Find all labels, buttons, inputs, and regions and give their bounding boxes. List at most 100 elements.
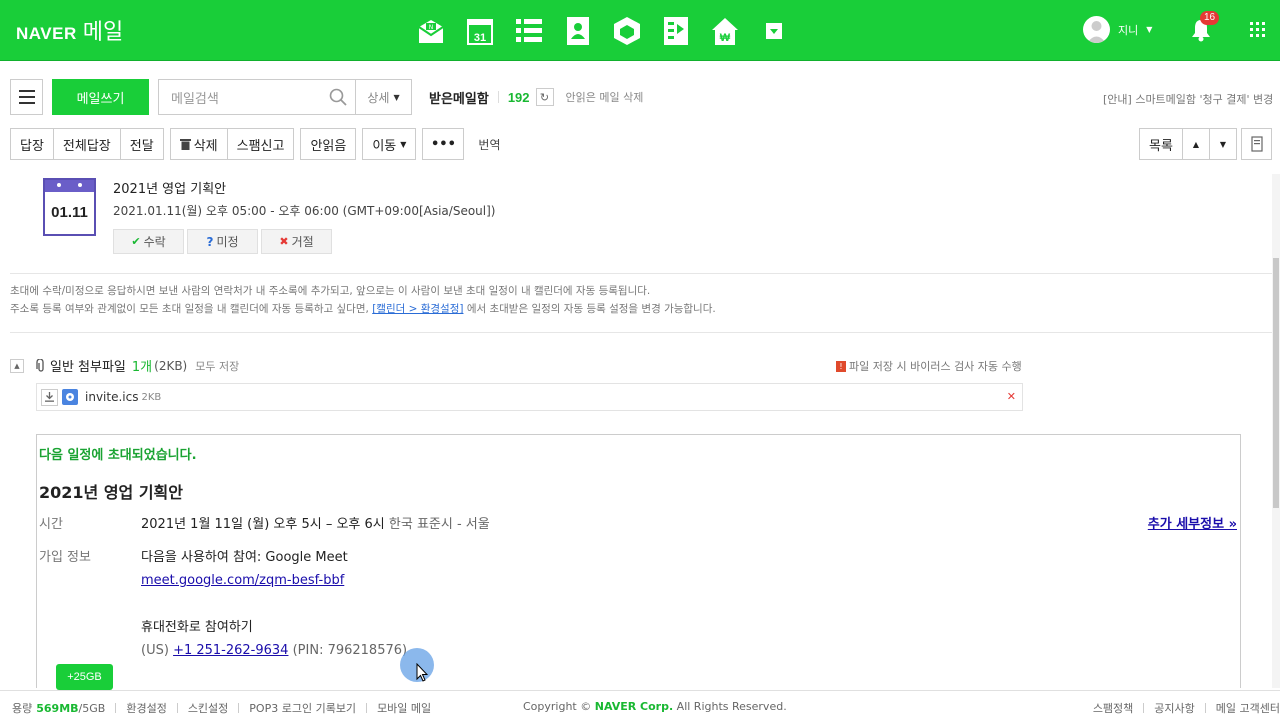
- divider: [238, 703, 240, 713]
- attachment-count: 1개: [131, 360, 153, 375]
- settings-link[interactable]: 환경설정: [126, 700, 166, 716]
- scrollbar[interactable]: [1272, 174, 1280, 688]
- copyright-post: All Rights Reserved.: [676, 700, 787, 713]
- search-input[interactable]: 메일검색: [158, 79, 356, 115]
- paperclip-icon: [36, 358, 44, 372]
- svg-text:N: N: [428, 24, 433, 31]
- app-grid-icon[interactable]: [1250, 22, 1266, 42]
- box-icon[interactable]: [608, 12, 645, 49]
- reply-all-button[interactable]: 전체답장: [53, 128, 121, 160]
- join-value: 다음을 사용하여 참여: Google Meet: [141, 550, 348, 565]
- usage-used[interactable]: 569MB: [36, 702, 78, 715]
- support-link[interactable]: 메일 고객센터: [1216, 700, 1280, 716]
- more-dropdown-icon[interactable]: [755, 12, 792, 49]
- spam-policy-link[interactable]: 스팸정책: [1093, 700, 1133, 716]
- decline-button[interactable]: ✖ 거절: [261, 229, 332, 254]
- print-icon[interactable]: [1241, 128, 1272, 160]
- notice-link[interactable]: 공지사항: [1154, 700, 1194, 716]
- caret-down-icon: ▼: [393, 92, 400, 102]
- divider: [10, 332, 1272, 333]
- forward-button[interactable]: 전달: [120, 128, 164, 160]
- phone-title: 휴대전화로 참여하기: [141, 620, 253, 635]
- more-actions-button[interactable]: •••: [422, 128, 465, 160]
- copyright-corp[interactable]: NAVER Corp.: [595, 700, 673, 713]
- more-details-link[interactable]: 추가 세부정보 »: [1148, 513, 1237, 532]
- event-date: 01.11: [51, 204, 88, 221]
- mail-actions-toolbar: 답장 전체답장 전달 삭제 스팸신고 안읽음 이동 ▼ ••• 번역: [10, 128, 501, 160]
- meet-link[interactable]: meet.google.com/zqm-besf-bbf: [141, 573, 344, 588]
- remove-file-icon[interactable]: ✕: [1007, 390, 1016, 403]
- calendar-icon[interactable]: 31: [461, 12, 498, 49]
- info-line-2-pre: 주소록 등록 여부와 관계없이 모든 초대 일정을 내 캘린더에 자동 등록하고…: [10, 303, 369, 315]
- body-event-title: 2021년 영업 기획안: [39, 483, 183, 502]
- home-pay-icon[interactable]: ₩: [706, 12, 743, 49]
- mail-body: 다음 일정에 초대되었습니다. 2021년 영업 기획안 시간 2021년 1월…: [36, 434, 1241, 688]
- collapse-toggle-icon[interactable]: ▲: [10, 358, 24, 373]
- mark-unread-button[interactable]: 안읽음: [300, 128, 357, 160]
- storage-upgrade-badge[interactable]: +25GB: [56, 664, 113, 695]
- event-title: 2021년 영업 기획안: [113, 182, 227, 197]
- memo-icon[interactable]: [657, 12, 694, 49]
- invite-info-text: 초대에 수락/미정으로 응답하시면 보낸 사람의 연락처가 내 주소록에 추가되…: [10, 282, 716, 318]
- footer-right: 스팸정책 공지사항 메일 고객센터: [1093, 700, 1280, 716]
- accept-button[interactable]: ✔ 수락: [113, 229, 184, 254]
- divider: [1143, 703, 1145, 713]
- mobile-link[interactable]: 모바일 메일: [377, 700, 431, 716]
- divider: [366, 703, 368, 713]
- calendar-settings-link[interactable]: [캘린더 > 환경설정]: [372, 303, 463, 315]
- next-mail-icon[interactable]: ▼: [1210, 128, 1237, 160]
- download-icon[interactable]: [41, 388, 58, 406]
- reply-button[interactable]: 답장: [10, 128, 54, 160]
- search-placeholder: 메일검색: [171, 91, 219, 107]
- refresh-icon[interactable]: ↻: [535, 88, 554, 106]
- pop3-link[interactable]: POP3 로그인 기록보기: [249, 700, 356, 716]
- usage-label: 용량: [12, 702, 33, 715]
- detail-search-button[interactable]: 상세 ▼: [356, 79, 412, 115]
- write-mail-button[interactable]: 메일쓰기: [52, 79, 149, 115]
- naver-mail-logo[interactable]: NAVER 메일: [16, 14, 123, 46]
- spam-report-button[interactable]: 스팸신고: [227, 128, 295, 160]
- skin-link[interactable]: 스킨설정: [188, 700, 228, 716]
- meet-link-row: meet.google.com/zqm-besf-bbf: [141, 573, 344, 588]
- maybe-button[interactable]: ? 미정: [187, 229, 258, 254]
- save-all-link[interactable]: 모두 저장: [195, 358, 239, 374]
- question-icon: ?: [206, 234, 214, 249]
- mail-content: 01.11 2021년 영업 기획안 2021.01.11(월) 오후 05:0…: [0, 174, 1272, 688]
- divider: [1204, 703, 1206, 713]
- footer-left: 용량 569MB /5GB 환경설정 스킨설정 POP3 로그인 기록보기 모바…: [12, 700, 431, 716]
- search-icon[interactable]: [329, 88, 347, 106]
- contacts-icon[interactable]: [559, 12, 596, 49]
- mail-inbox-icon[interactable]: N: [412, 12, 449, 49]
- join-label: 가입 정보: [39, 550, 91, 565]
- hamburger-menu-icon[interactable]: [10, 79, 43, 115]
- file-size: 2KB: [141, 391, 162, 403]
- list-button[interactable]: 목록: [1139, 128, 1183, 160]
- copyright-pre: Copyright ©: [523, 700, 592, 713]
- translate-button[interactable]: 번역: [478, 136, 500, 153]
- time-zone: 한국 표준시 - 서울: [388, 517, 490, 532]
- logo-brand: NAVER: [16, 24, 77, 43]
- detail-search-label: 상세: [367, 90, 390, 105]
- attachment-title: 일반 첨부파일: [50, 360, 126, 375]
- calendar-badge-header: [45, 180, 94, 192]
- accept-label: 수락: [143, 235, 166, 249]
- ics-file-icon: [62, 389, 78, 405]
- delete-unread-link[interactable]: 안읽은 메일 삭제: [566, 89, 644, 105]
- mail-toolbar-top: 메일쓰기 메일검색 상세 ▼ 받은메일함 192 ↻ 안읽은 메일 삭제: [10, 79, 1272, 115]
- delete-button[interactable]: 삭제: [169, 128, 228, 160]
- usage-total: /5GB: [78, 701, 106, 715]
- folder-title[interactable]: 받은메일함: [429, 88, 489, 107]
- user-menu[interactable]: 지니 ▼: [1083, 16, 1152, 43]
- mail-count[interactable]: 192: [508, 90, 530, 105]
- scrollbar-thumb[interactable]: [1273, 258, 1279, 508]
- notice-link[interactable]: [안내] 스마트메일함 '청구 결제' 변경: [1103, 91, 1273, 107]
- delete-label: 삭제: [193, 138, 218, 154]
- virus-scan-notice: ! 파일 저장 시 바이러스 검사 자동 수행: [836, 358, 1022, 374]
- phone-number-link[interactable]: +1 251-262-9634: [173, 643, 288, 658]
- move-button[interactable]: 이동 ▼: [362, 128, 417, 160]
- invited-heading: 다음 일정에 초대되었습니다.: [39, 448, 197, 463]
- prev-mail-icon[interactable]: ▲: [1183, 128, 1210, 160]
- list-icon[interactable]: [510, 12, 547, 49]
- file-name[interactable]: invite.ics: [85, 390, 138, 404]
- decline-label: 거절: [291, 235, 314, 249]
